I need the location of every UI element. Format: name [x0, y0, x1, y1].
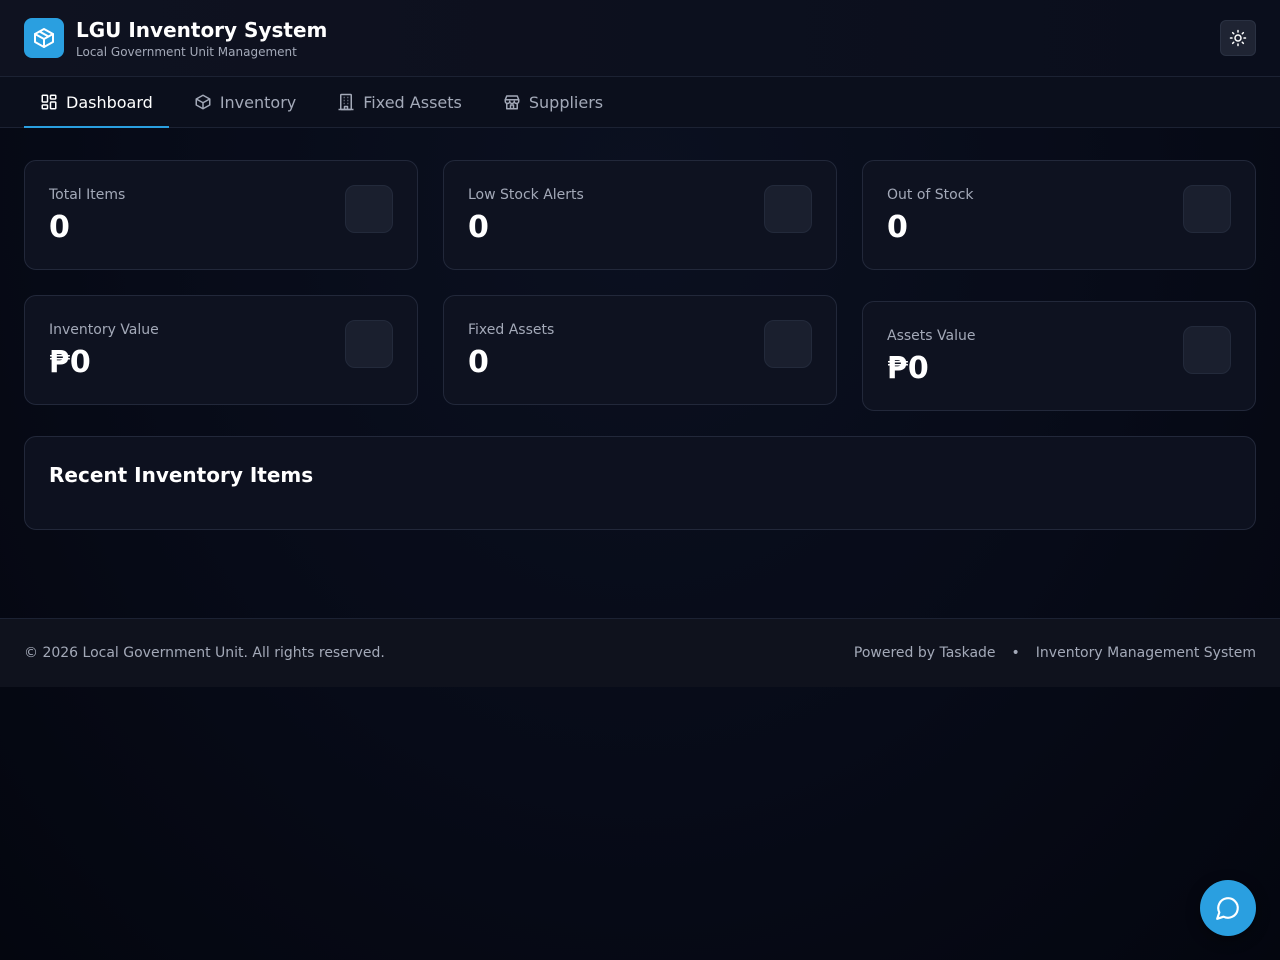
dashboard-icon — [41, 94, 57, 110]
brand[interactable]: LGU Inventory System Local Government Un… — [24, 18, 327, 59]
stat-value: 0 — [49, 210, 70, 245]
stat-icon-placeholder — [345, 185, 393, 233]
app-title: LGU Inventory System — [76, 17, 328, 42]
stat-card-fixed-assets: Fixed Assets 0 — [443, 295, 837, 405]
app-header: LGU Inventory System Local Government Un… — [0, 0, 1280, 77]
chat-bubble-icon — [1216, 897, 1239, 920]
stat-card-assets-value: Assets Value ₱0 — [862, 301, 1256, 411]
stat-value: ₱0 — [49, 345, 91, 380]
stat-icon-placeholder — [764, 185, 812, 233]
footer-copyright: © 2026 Local Government Unit. All rights… — [24, 645, 385, 661]
dashboard-main: Total Items 0 Low Stock Alerts 0 Out of … — [0, 128, 1280, 618]
footer-system-name: Inventory Management System — [1035, 645, 1256, 661]
store-icon — [504, 95, 520, 110]
footer-separator: • — [1011, 645, 1020, 661]
tab-suppliers[interactable]: Suppliers — [487, 77, 619, 127]
chat-button[interactable] — [1200, 880, 1256, 936]
stat-label: Assets Value — [887, 328, 976, 344]
theme-toggle-button[interactable] — [1220, 20, 1256, 56]
tab-label: Suppliers — [528, 92, 604, 112]
recent-inventory-title: Recent Inventory Items — [49, 463, 314, 487]
sun-icon — [1229, 29, 1247, 47]
box-icon — [24, 18, 64, 58]
tab-dashboard[interactable]: Dashboard — [24, 77, 169, 128]
stat-icon-placeholder — [345, 320, 393, 368]
stat-label: Total Items — [49, 187, 126, 203]
stat-label: Low Stock Alerts — [468, 187, 584, 203]
box-icon — [195, 94, 211, 110]
main-nav: Dashboard Inventory Fixed Assets Supplie… — [0, 77, 1280, 128]
tab-inventory[interactable]: Inventory — [178, 77, 312, 127]
stat-icon-placeholder — [1183, 185, 1231, 233]
stat-label: Inventory Value — [49, 322, 159, 338]
tab-label: Inventory — [219, 92, 297, 112]
stat-value: 0 — [468, 345, 489, 380]
recent-inventory-panel: Recent Inventory Items — [24, 436, 1256, 530]
stat-value: 0 — [468, 210, 489, 245]
stat-value: ₱0 — [887, 351, 929, 386]
stat-card-inventory-value: Inventory Value ₱0 — [24, 295, 418, 405]
stat-icon-placeholder — [764, 320, 812, 368]
app-subtitle: Local Government Unit Management — [76, 44, 297, 59]
app-footer: © 2026 Local Government Unit. All rights… — [0, 618, 1280, 687]
tab-label: Fixed Assets — [363, 92, 462, 112]
building-icon — [338, 93, 354, 111]
stat-label: Fixed Assets — [468, 322, 555, 338]
stat-icon-placeholder — [1183, 326, 1231, 374]
stat-card-out-of-stock: Out of Stock 0 — [862, 160, 1256, 270]
powered-by-link[interactable]: Powered by Taskade — [854, 645, 996, 661]
tab-fixed-assets[interactable]: Fixed Assets — [321, 77, 478, 127]
stats-grid: Total Items 0 Low Stock Alerts 0 Out of … — [24, 160, 1256, 411]
stat-value: 0 — [887, 210, 908, 245]
stat-card-total-items: Total Items 0 — [24, 160, 418, 270]
stat-card-low-stock: Low Stock Alerts 0 — [443, 160, 837, 270]
tab-label: Dashboard — [66, 92, 153, 112]
stat-label: Out of Stock — [887, 187, 974, 203]
